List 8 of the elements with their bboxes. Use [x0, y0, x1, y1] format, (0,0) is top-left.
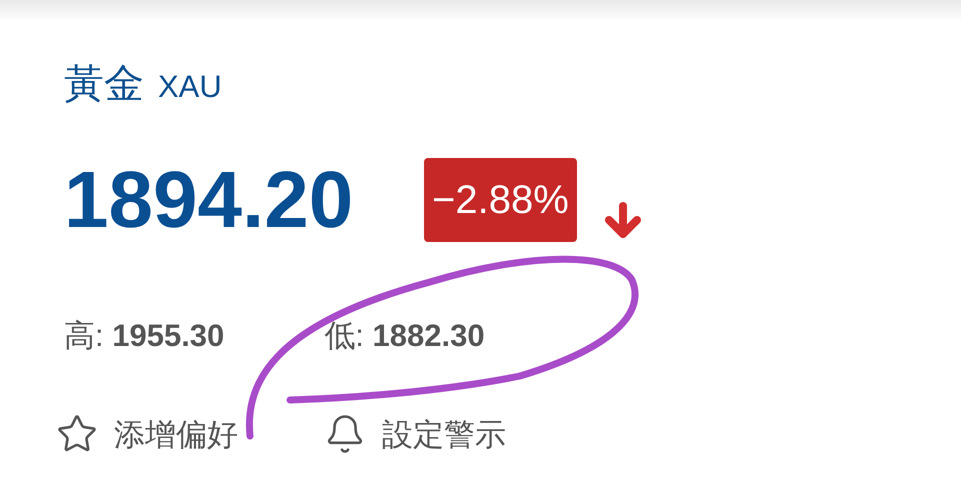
asset-name: 黃金	[64, 64, 144, 104]
price-stat: 高: 1955.30	[64, 320, 224, 351]
set-alert-button[interactable]: 設定警示	[324, 413, 506, 455]
price-stat: 低: 1882.30	[324, 320, 485, 351]
asset-code: XAU	[158, 71, 222, 102]
price: 1894.20	[64, 160, 354, 240]
change-badge: −2.88%	[424, 158, 577, 242]
add-favorite-button[interactable]: 添增偏好	[56, 413, 238, 455]
